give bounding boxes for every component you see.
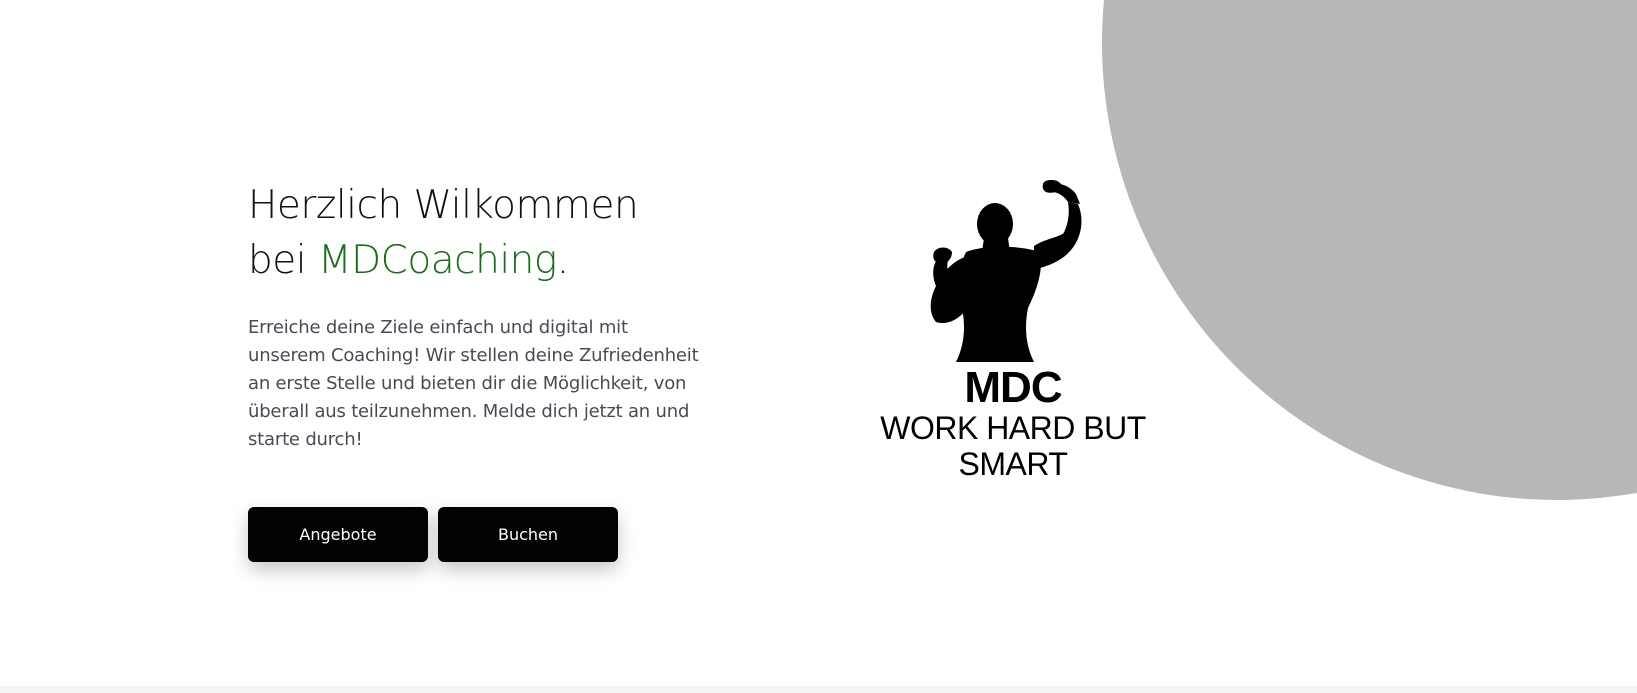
hero-headline: Herzlich Wilkommen bei MDCoaching. xyxy=(248,178,708,288)
hero-section: Herzlich Wilkommen bei MDCoaching. Errei… xyxy=(248,178,708,454)
brand-name: MDCoaching xyxy=(317,238,557,283)
book-button[interactable]: Buchen xyxy=(438,507,618,562)
mdc-logo: MDC WORK HARD BUT SMART xyxy=(830,180,1196,482)
headline-suffix: . xyxy=(556,238,569,283)
offers-button[interactable]: Angebote xyxy=(248,507,428,562)
bodybuilder-icon xyxy=(930,180,1082,362)
bottom-divider xyxy=(0,686,1637,693)
hero-button-row: Angebote Buchen xyxy=(248,507,618,562)
logo-tagline: WORK HARD BUT SMART xyxy=(880,410,1146,482)
logo-mark-text: MDC xyxy=(964,363,1062,412)
landing-page: Herzlich Wilkommen bei MDCoaching. Errei… xyxy=(0,0,1637,693)
headline-line-1: Herzlich Wilkommen xyxy=(248,183,639,228)
hero-intro-text: Erreiche deine Ziele einfach und digital… xyxy=(248,317,699,450)
headline-prefix: bei xyxy=(248,238,318,283)
